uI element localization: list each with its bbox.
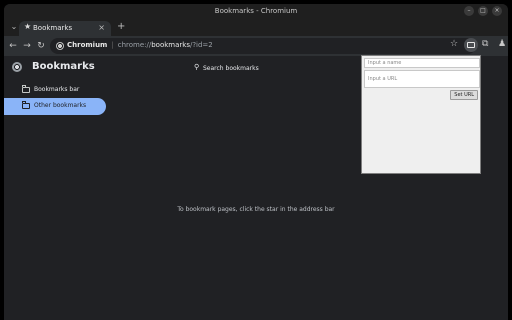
folder-icon	[22, 85, 30, 93]
page-title: Bookmarks	[32, 61, 95, 72]
maximize-icon[interactable]: □	[478, 6, 488, 16]
title-bar: Bookmarks - Chromium ⌄ ★ Bookmarks × + –…	[4, 4, 508, 36]
search-bar[interactable]: ⚲	[194, 63, 344, 73]
site-chip: Chromium	[67, 41, 108, 49]
chromium-logo-icon	[56, 42, 64, 50]
url-text: chrome://bookmarks/?id=2	[118, 41, 213, 49]
profile-icon[interactable]: ♟	[498, 39, 506, 49]
back-icon[interactable]: ←	[7, 39, 19, 53]
folder-other-bookmarks[interactable]: Other bookmarks	[4, 98, 106, 115]
name-input[interactable]	[364, 58, 480, 68]
chrome-logo-icon	[12, 62, 22, 72]
url-host: bookmarks	[151, 41, 190, 49]
close-icon[interactable]: ×	[98, 23, 105, 32]
tab-title: Bookmarks	[33, 24, 73, 32]
minimize-icon[interactable]: –	[464, 6, 474, 16]
extension-popup: Set URL	[361, 55, 481, 174]
forward-icon[interactable]: →	[21, 39, 33, 53]
url-input[interactable]	[364, 70, 480, 88]
folder-label: Bookmarks bar	[34, 86, 80, 93]
new-tab-button[interactable]: +	[117, 21, 125, 33]
address-text: Chromium | chrome://bookmarks/?id=2	[67, 41, 213, 49]
browser-window: Bookmarks - Chromium ⌄ ★ Bookmarks × + –…	[4, 4, 508, 320]
tab-bookmarks[interactable]: ★ Bookmarks ×	[19, 21, 111, 36]
url-prefix: chrome://	[117, 41, 152, 49]
search-input[interactable]	[203, 63, 343, 73]
reload-icon[interactable]: ↻	[35, 39, 47, 53]
window-title: Bookmarks - Chromium	[214, 7, 298, 15]
close-window-icon[interactable]: ×	[492, 6, 502, 16]
window-icon	[467, 42, 475, 48]
folder-bookmarks-bar[interactable]: Bookmarks bar	[4, 82, 106, 99]
bookmark-star-icon[interactable]: ☆	[450, 39, 458, 49]
url-suffix: /?id=2	[189, 41, 213, 49]
empty-list-message: To bookmark pages, click the star in the…	[177, 206, 335, 213]
address-bar[interactable]: Chromium | chrome://bookmarks/?id=2	[50, 38, 476, 54]
site-separator: |	[111, 41, 114, 49]
window-controls: – □ ×	[464, 6, 502, 16]
star-icon: ★	[24, 22, 32, 31]
extensions-puzzle-icon[interactable]: ⧉	[482, 39, 488, 49]
folder-icon	[22, 101, 30, 109]
search-icon: ⚲	[194, 63, 200, 71]
toolbar: ← → ↻ Chromium | chrome://bookmarks/?id=2 …	[4, 36, 508, 56]
folder-label: Other bookmarks	[34, 102, 87, 109]
set-url-button[interactable]: Set URL	[450, 90, 478, 100]
extension-action-button[interactable]	[464, 38, 478, 52]
